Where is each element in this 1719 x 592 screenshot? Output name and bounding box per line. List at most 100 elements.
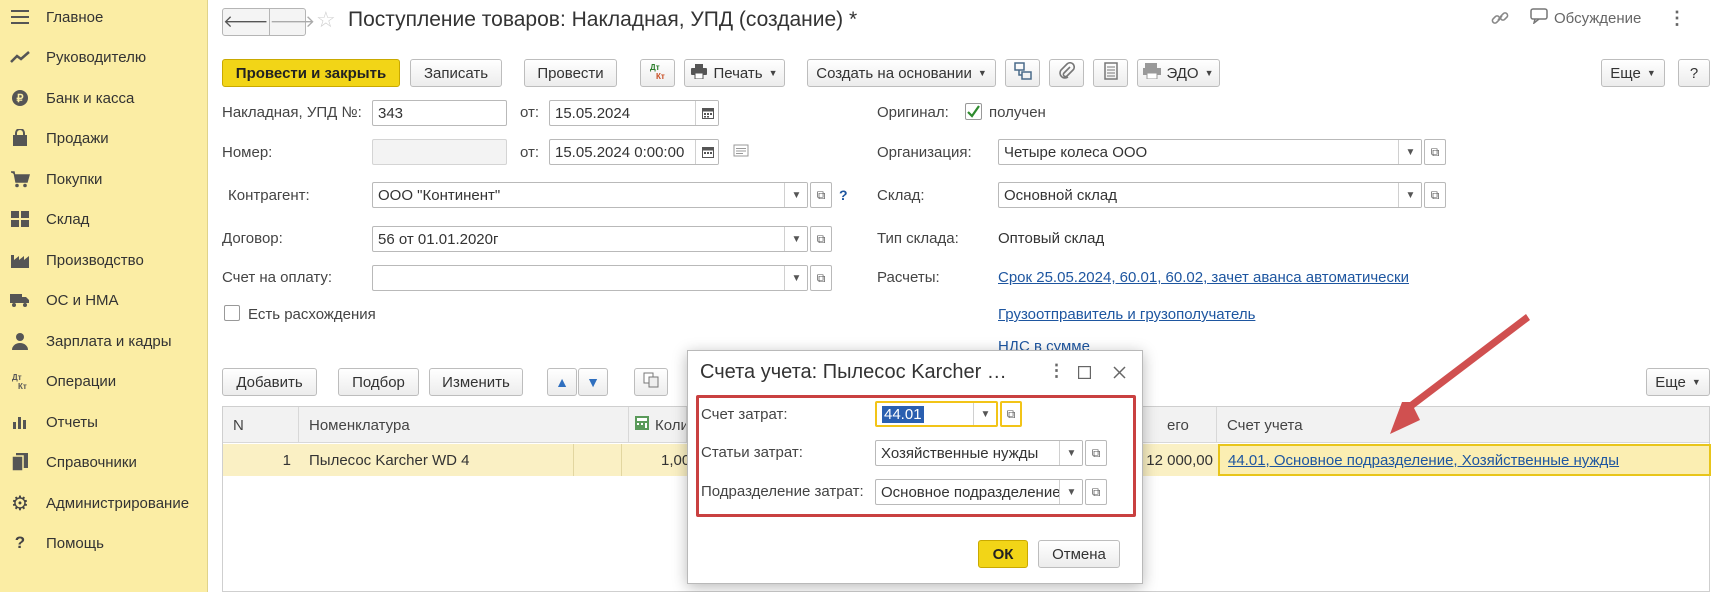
sidebar-item-sales[interactable]: Продажи xyxy=(0,121,208,155)
sidebar-item-label: Отчеты xyxy=(46,413,98,431)
help-question-icon[interactable]: ? xyxy=(839,187,848,203)
dt-kt-button[interactable]: Дт Кт xyxy=(640,59,675,87)
cart-icon xyxy=(10,169,30,189)
sidebar-item-help[interactable]: ? Помощь xyxy=(0,526,208,560)
change-button[interactable]: Изменить xyxy=(429,368,523,396)
sidebar-item-directories[interactable]: Справочники xyxy=(0,445,208,479)
sidebar-item-operations[interactable]: Дт Кт Операции xyxy=(0,364,208,398)
open-counterparty-button[interactable]: ⧉ xyxy=(810,182,832,208)
open-cost-account-button[interactable]: ⧉ xyxy=(1000,401,1022,427)
open-warehouse-button[interactable]: ⧉ xyxy=(1424,182,1446,208)
cancel-button[interactable]: Отмена xyxy=(1038,540,1120,568)
organization-field[interactable]: Четыре колеса ООО ▼ xyxy=(998,139,1422,165)
save-button[interactable]: Записать xyxy=(410,59,502,87)
cell-divider xyxy=(573,444,574,476)
cost-account-field[interactable]: 44.01 ▼ xyxy=(875,401,998,427)
chevron-down-icon[interactable]: ▼ xyxy=(1059,480,1082,504)
warehouse-type-label: Тип склада: xyxy=(877,230,959,247)
sidebar-item-production[interactable]: Производство xyxy=(0,243,208,277)
dt-kt-icon: Дт Кт xyxy=(10,371,30,391)
sidebar-item-admin[interactable]: ⚙ Администрирование xyxy=(0,486,208,520)
chevron-down-icon[interactable]: ▼ xyxy=(1398,140,1421,164)
ledger-button[interactable] xyxy=(1093,59,1128,87)
more-vertical-icon[interactable]: ⋮ xyxy=(1668,8,1686,29)
number-date-field[interactable]: 15.05.2024 0:00:00 xyxy=(549,139,719,165)
warehouse-field[interactable]: Основной склад ▼ xyxy=(998,182,1422,208)
contract-field[interactable]: 56 от 01.01.2020г ▼ xyxy=(372,226,808,252)
sidebar-item-main[interactable]: Главное xyxy=(0,0,208,34)
back-button[interactable]: 🡐 xyxy=(223,9,269,35)
person-icon xyxy=(10,331,30,351)
sidebar-item-manager[interactable]: Руководителю xyxy=(0,40,208,74)
discrepancy-checkbox[interactable] xyxy=(224,305,240,321)
col-total[interactable]: его xyxy=(1141,407,1217,443)
number-field[interactable] xyxy=(372,139,507,165)
move-down-button[interactable]: ▼ xyxy=(578,368,608,396)
invoice-number-label: Накладная, УПД №: xyxy=(222,104,362,121)
discussion-button[interactable]: Обсуждение xyxy=(1530,8,1641,28)
col-qty[interactable]: Коли xyxy=(629,407,687,443)
post-label: Провести xyxy=(537,64,604,82)
settlements-link[interactable]: Срок 25.05.2024, 60.01, 60.02, зачет ава… xyxy=(998,269,1409,286)
invoice-date-field[interactable]: 15.05.2024 xyxy=(549,100,719,126)
copy-button[interactable] xyxy=(634,368,668,396)
original-checkbox[interactable] xyxy=(965,103,982,120)
help-button[interactable]: ? xyxy=(1678,59,1710,87)
print-button[interactable]: Печать ▼ xyxy=(684,59,785,87)
chevron-down-icon[interactable]: ▼ xyxy=(973,403,996,425)
counterparty-field[interactable]: ООО "Континент" ▼ xyxy=(372,182,808,208)
calendar-icon[interactable] xyxy=(695,140,718,164)
chevron-down-icon[interactable]: ▼ xyxy=(1059,441,1082,465)
add-row-button[interactable]: Добавить xyxy=(222,368,317,396)
change-label: Изменить xyxy=(442,373,510,391)
sidebar-item-purchases[interactable]: Покупки xyxy=(0,162,208,196)
structure-button[interactable] xyxy=(1005,59,1040,87)
sidebar-item-warehouse[interactable]: Склад xyxy=(0,202,208,236)
chevron-down-icon[interactable]: ▼ xyxy=(784,227,807,251)
sidebar-item-salary[interactable]: Зарплата и кадры xyxy=(0,324,208,358)
chevron-down-icon[interactable]: ▼ xyxy=(784,183,807,207)
comment-icon[interactable] xyxy=(733,144,749,162)
ledger-icon xyxy=(1103,62,1118,84)
maximize-icon[interactable] xyxy=(1077,364,1092,384)
forward-button[interactable]: 🡒 xyxy=(268,9,315,35)
open-contract-button[interactable]: ⧉ xyxy=(810,226,832,252)
open-cost-division-button[interactable]: ⧉ xyxy=(1085,479,1107,505)
calendar-icon[interactable] xyxy=(695,101,718,125)
close-icon[interactable] xyxy=(1113,364,1126,384)
sidebar-item-fixed-assets[interactable]: ОС и НМА xyxy=(0,283,208,317)
shipper-consignee-link[interactable]: Грузоотправитель и грузополучатель xyxy=(998,306,1255,323)
ok-button[interactable]: ОК xyxy=(978,540,1028,568)
more-vertical-icon[interactable]: ⋮ xyxy=(1048,361,1065,381)
sidebar-item-bank[interactable]: ₽ Банк и касса xyxy=(0,81,208,115)
open-cost-item-button[interactable]: ⧉ xyxy=(1085,440,1107,466)
account-link[interactable]: 44.01, Основное подразделение, Хозяйстве… xyxy=(1228,452,1619,469)
pick-button[interactable]: Подбор xyxy=(338,368,419,396)
cell-account[interactable]: 44.01, Основное подразделение, Хозяйстве… xyxy=(1218,444,1711,476)
post-button[interactable]: Провести xyxy=(524,59,617,87)
edo-button[interactable]: ЭДО ▼ xyxy=(1137,59,1220,87)
save-label: Записать xyxy=(423,64,489,82)
cost-item-field[interactable]: Хозяйственные нужды ▼ xyxy=(875,440,1083,466)
chevron-down-icon[interactable]: ▼ xyxy=(1398,183,1421,207)
attach-button[interactable] xyxy=(1049,59,1084,87)
favorite-star-icon[interactable]: ☆ xyxy=(316,7,336,33)
create-based-on-button[interactable]: Создать на основании ▼ xyxy=(807,59,996,87)
sidebar-item-reports[interactable]: Отчеты xyxy=(0,405,208,439)
payment-account-field[interactable]: ▼ xyxy=(372,265,808,291)
col-n[interactable]: N xyxy=(223,407,299,443)
post-and-close-label: Провести и закрыть xyxy=(235,64,387,82)
open-payment-account-button[interactable]: ⧉ xyxy=(810,265,832,291)
table-more-button[interactable]: Еще ▼ xyxy=(1646,368,1710,396)
col-nomenclature[interactable]: Номенклатура xyxy=(299,407,629,443)
sidebar-item-label: Банк и касса xyxy=(46,89,135,107)
move-up-button[interactable]: ▲ xyxy=(547,368,577,396)
post-and-close-button[interactable]: Провести и закрыть xyxy=(222,59,400,87)
more-button[interactable]: Еще ▼ xyxy=(1601,59,1665,87)
open-organization-button[interactable]: ⧉ xyxy=(1424,139,1446,165)
invoice-number-field[interactable]: 343 xyxy=(372,100,507,126)
chevron-down-icon[interactable]: ▼ xyxy=(784,266,807,290)
cost-account-label: Счет затрат: xyxy=(701,406,788,423)
cost-division-field[interactable]: Основное подразделение ▼ xyxy=(875,479,1083,505)
link-icon[interactable] xyxy=(1490,8,1510,28)
